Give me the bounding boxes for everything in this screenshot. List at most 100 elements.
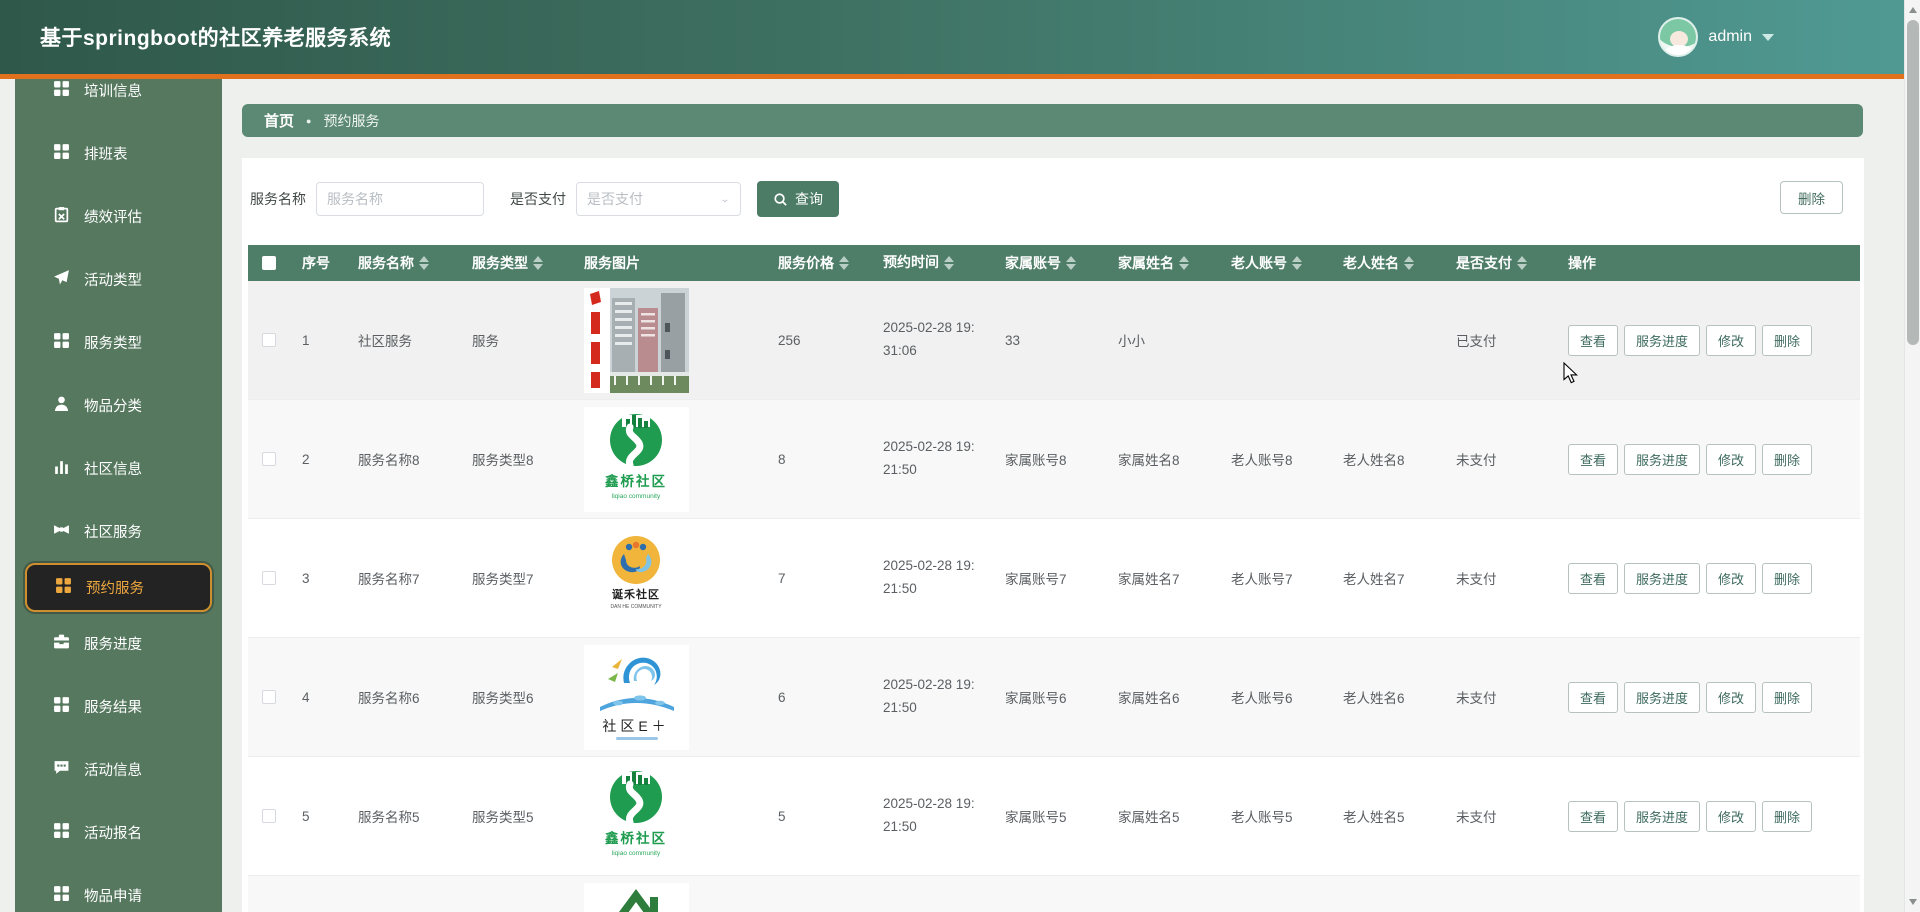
username-label[interactable]: admin	[1708, 28, 1752, 46]
sidebar-item-4[interactable]: 活动类型	[15, 248, 222, 311]
progress-button[interactable]: 服务进度	[1624, 563, 1700, 594]
delete-button[interactable]: 删除	[1762, 444, 1812, 475]
sidebar-item-13[interactable]: 活动报名	[15, 801, 222, 864]
view-button[interactable]: 查看	[1568, 444, 1618, 475]
breadcrumb-home-link[interactable]: 首页	[264, 110, 294, 131]
edit-button[interactable]: 修改	[1706, 444, 1756, 475]
delete-button[interactable]: 删除	[1762, 801, 1812, 832]
header-cell[interactable]: 老人账号	[1219, 253, 1331, 273]
header-cell[interactable]: 服务类型	[460, 253, 576, 273]
edit-button[interactable]: 修改	[1706, 801, 1756, 832]
sidebar-item-14[interactable]: 物品申请	[15, 864, 222, 912]
view-button[interactable]: 查看	[1568, 801, 1618, 832]
progress-button[interactable]: 服务进度	[1624, 444, 1700, 475]
sort-icon[interactable]	[1066, 256, 1076, 270]
breadcrumb-separator: ●	[306, 116, 311, 126]
cell-service-name: 服务名称7	[346, 568, 460, 588]
view-button[interactable]: 查看	[1568, 325, 1618, 356]
row-checkbox[interactable]	[262, 571, 276, 585]
page-scrollbar[interactable]	[1904, 0, 1920, 912]
scrollbar-down-arrow[interactable]	[1905, 894, 1920, 910]
cell-family-account: 家属账号7	[993, 568, 1106, 588]
progress-button[interactable]: 服务进度	[1624, 801, 1700, 832]
grid-icon	[53, 332, 70, 353]
row-checkbox[interactable]	[262, 333, 276, 347]
search-button[interactable]: 查询	[757, 181, 839, 217]
sidebar-item-12[interactable]: 活动信息	[15, 738, 222, 801]
sidebar-item-7[interactable]: 社区信息	[15, 437, 222, 500]
cell-checkbox	[248, 333, 290, 347]
service-name-input[interactable]	[316, 182, 484, 216]
cell-elder-account: 老人账号7	[1219, 568, 1331, 588]
filter-toolbar: 服务名称 是否支付 是否支付 ⌄ 查询 删除	[250, 181, 1854, 217]
sort-icon[interactable]	[839, 256, 849, 270]
sidebar-item-8[interactable]: 社区服务	[15, 500, 222, 563]
header-label: 序号	[302, 253, 330, 273]
header-cell[interactable]: 服务价格	[766, 253, 871, 273]
row-checkbox[interactable]	[262, 690, 276, 704]
view-button[interactable]: 查看	[1568, 682, 1618, 713]
header-cell: 操作	[1556, 253, 1860, 273]
delete-button[interactable]: 删除	[1762, 563, 1812, 594]
header-label: 服务类型	[472, 253, 528, 273]
sidebar-item-2[interactable]: 排班表	[15, 122, 222, 185]
select-all-checkbox[interactable]	[262, 256, 276, 270]
pay-status-select[interactable]: 是否支付 ⌄	[576, 182, 741, 216]
sort-icon[interactable]	[944, 256, 954, 270]
user-menu[interactable]: admin	[1658, 17, 1774, 57]
chevron-down-icon	[1762, 34, 1774, 41]
progress-button[interactable]: 服务进度	[1624, 325, 1700, 356]
sidebar-item-6[interactable]: 物品分类	[15, 374, 222, 437]
service-table: 序号服务名称服务类型 服务图片 服务价格预约时间家属账号家属姓名老人账号老人姓名 是否…	[248, 245, 1860, 912]
sort-icon[interactable]	[533, 256, 543, 270]
cell-service-image	[576, 883, 766, 912]
header-cell[interactable]: 老人姓名	[1331, 253, 1444, 273]
header-cell[interactable]: 家属姓名	[1106, 253, 1219, 273]
sidebar-item-1[interactable]: 培训信息	[15, 79, 222, 122]
sidebar-item-3[interactable]: 绩效评估	[15, 185, 222, 248]
header-label: 服务图片	[584, 253, 640, 273]
cell-family-name: 家属姓名5	[1106, 806, 1219, 826]
edit-button[interactable]: 修改	[1706, 325, 1756, 356]
delete-button[interactable]: 删除	[1762, 325, 1812, 356]
sidebar-item-5[interactable]: 服务类型	[15, 311, 222, 374]
cell-family-account: 家属账号5	[993, 806, 1106, 826]
sidebar-item-label: 社区服务	[84, 521, 142, 542]
svg-text:liqiao community: liqiao community	[612, 493, 661, 500]
table-row: 2025-02-28 19:查看服务进度修改删除	[248, 876, 1860, 912]
cell-checkbox	[248, 571, 290, 585]
batch-delete-button[interactable]: 删除	[1780, 181, 1843, 214]
scrollbar-thumb[interactable]	[1907, 20, 1919, 345]
delete-button[interactable]: 删除	[1762, 682, 1812, 713]
sort-icon[interactable]	[1517, 256, 1527, 270]
sidebar-item-label: 服务进度	[84, 633, 142, 654]
row-checkbox[interactable]	[262, 452, 276, 466]
meeting-icon	[53, 521, 70, 542]
header-label: 老人姓名	[1343, 253, 1399, 273]
progress-button[interactable]: 服务进度	[1624, 682, 1700, 713]
sidebar-item-label: 培训信息	[84, 80, 142, 101]
sort-icon[interactable]	[419, 256, 429, 270]
sidebar-item-9[interactable]: 预约服务	[25, 563, 212, 612]
send-icon	[53, 269, 70, 290]
sidebar-item-10[interactable]: 服务进度	[15, 612, 222, 675]
header-cell[interactable]: 是否支付	[1444, 253, 1556, 273]
edit-button[interactable]: 修改	[1706, 682, 1756, 713]
chart-icon	[53, 458, 70, 479]
view-button[interactable]: 查看	[1568, 563, 1618, 594]
sort-icon[interactable]	[1404, 256, 1414, 270]
cell-actions: 查看服务进度修改删除	[1556, 682, 1860, 713]
scrollbar-up-arrow[interactable]	[1905, 2, 1920, 18]
header-cell[interactable]: 家属账号	[993, 253, 1106, 273]
header-label: 操作	[1568, 253, 1596, 273]
row-checkbox[interactable]	[262, 809, 276, 823]
edit-button[interactable]: 修改	[1706, 563, 1756, 594]
user-avatar[interactable]	[1658, 17, 1698, 57]
sidebar-item-11[interactable]: 服务结果	[15, 675, 222, 738]
sort-icon[interactable]	[1292, 256, 1302, 270]
header-cell: 服务图片	[576, 253, 766, 273]
header-cell[interactable]: 服务名称	[346, 253, 460, 273]
sort-icon[interactable]	[1179, 256, 1189, 270]
sidebar-item-label: 绩效评估	[84, 206, 142, 227]
header-cell[interactable]: 预约时间	[871, 251, 993, 275]
